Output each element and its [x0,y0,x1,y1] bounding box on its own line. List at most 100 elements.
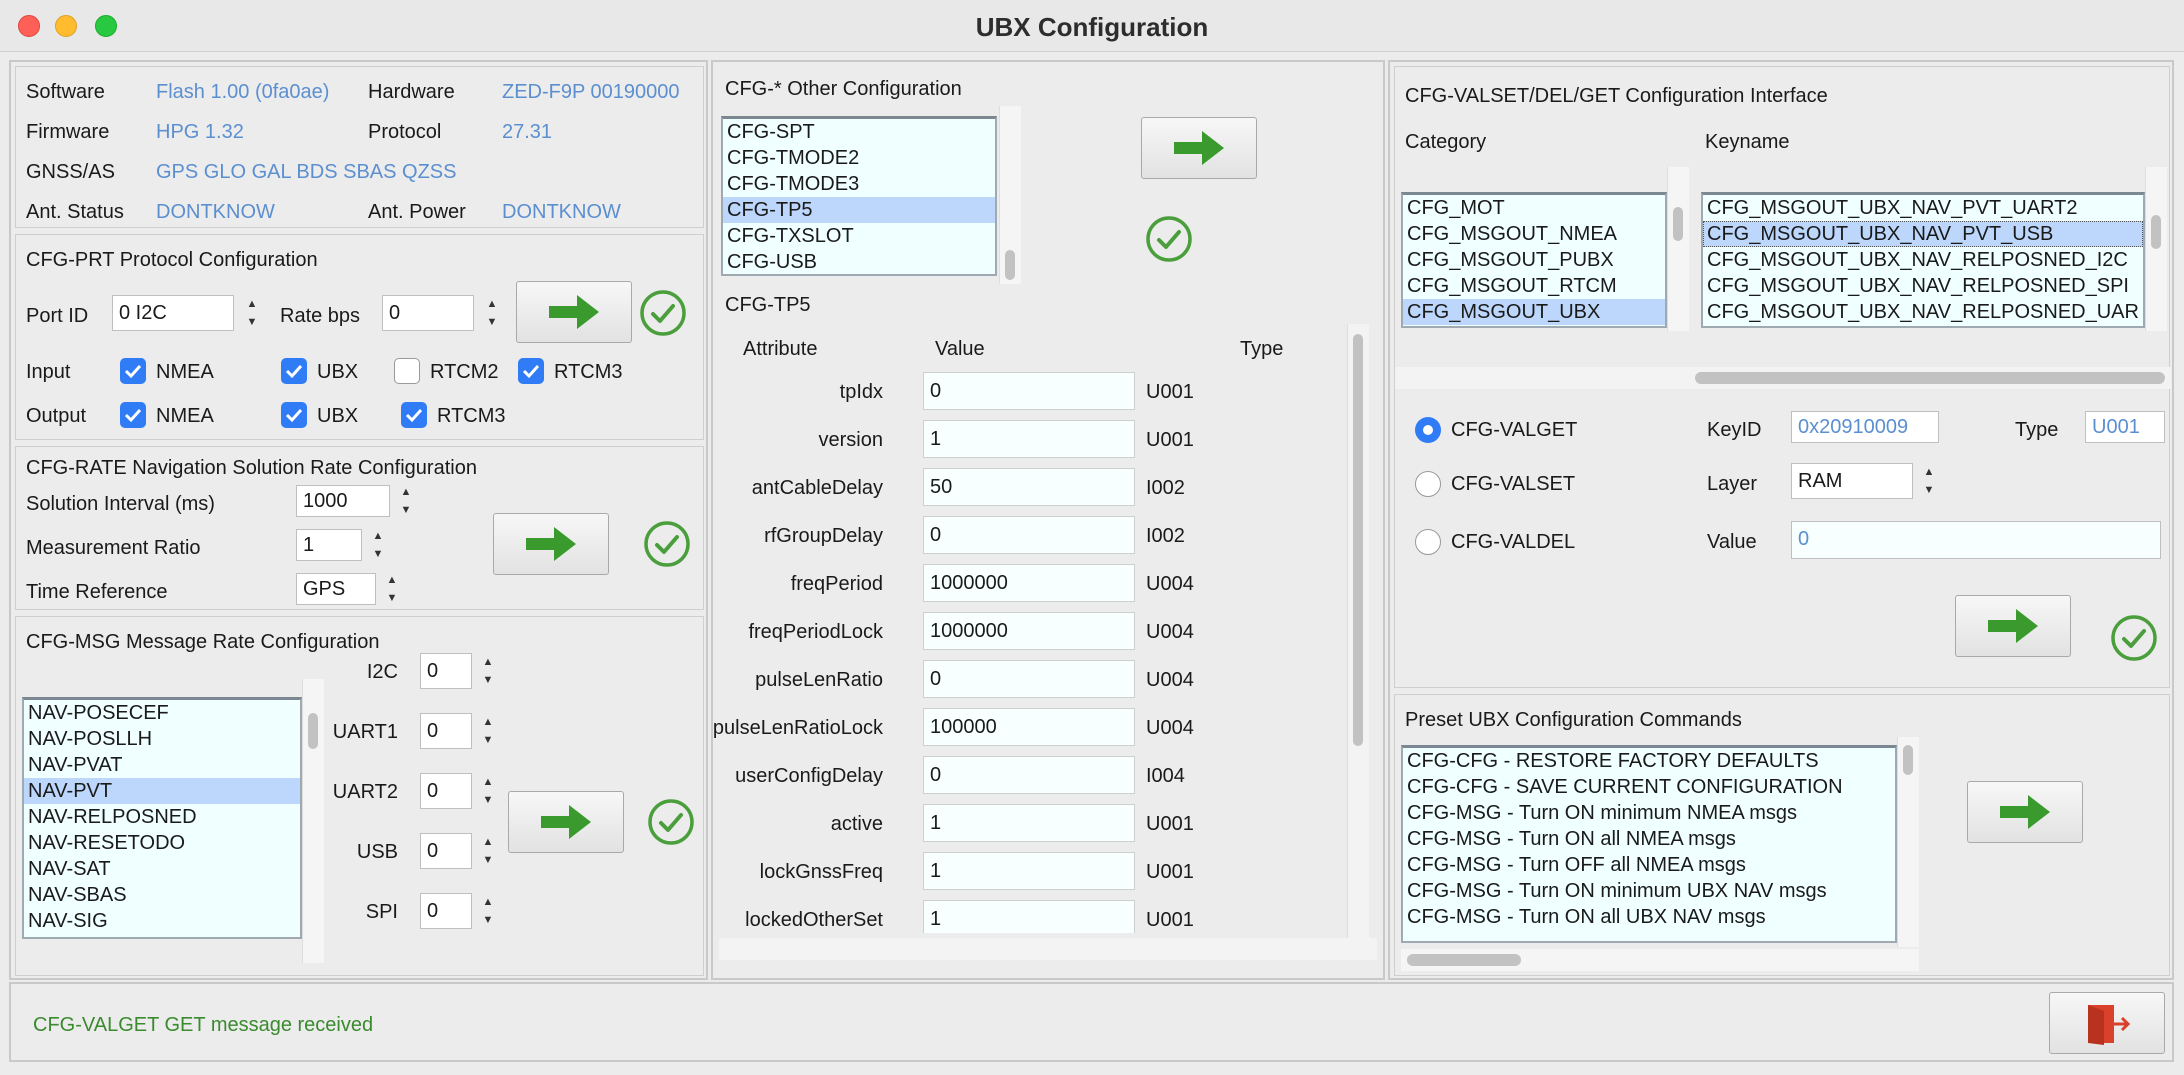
preset-list-item[interactable]: CFG-CFG - SAVE CURRENT CONFIGURATION [1403,774,1895,800]
category-list-scrollbar[interactable] [1667,167,1689,331]
attribute-value-field[interactable]: 1 [923,420,1135,458]
category-list-item[interactable]: CFG_MSGOUT_UBX [1403,299,1665,325]
msg-port-rate-field[interactable]: 0 [420,893,472,929]
preset-hscrollbar[interactable] [1401,949,1919,971]
input-ubx-checkbox[interactable] [281,358,307,384]
cfg-other-list-item[interactable]: CFG-SPT [723,119,995,145]
cfg-other-list-item[interactable]: CFG-TXSLOT [723,223,995,249]
msg-list-item[interactable]: NAV-SAT [24,856,300,882]
valdel-radio[interactable] [1415,529,1441,555]
layer-field[interactable]: RAM [1791,463,1913,499]
msg-port-stepper[interactable]: ▲ ▼ [478,773,498,809]
type-field[interactable]: U001 [2085,411,2165,443]
msg-list-item[interactable]: NAV-POSECEF [24,700,300,726]
input-rtcm2-checkbox[interactable] [394,358,420,384]
attribute-value-field[interactable]: 1 [923,852,1135,890]
input-nmea-checkbox[interactable] [120,358,146,384]
preset-list-item[interactable]: CFG-MSG - Turn OFF all NMEA msgs [1403,852,1895,878]
cfg-other-list-item[interactable]: CFG-TP5 [723,197,995,223]
keyname-list-item[interactable]: CFG_MSGOUT_UBX_NAV_RELPOSNED_UAR [1703,299,2143,325]
other-send-button[interactable] [1141,117,1257,179]
cfg-other-list-item[interactable]: CFG-TMODE3 [723,171,995,197]
port-id-field[interactable]: 0 I2C [112,295,234,331]
keyname-hscrollbar[interactable] [1395,367,2171,389]
measurement-ratio-field[interactable]: 1 [296,529,362,561]
exit-button[interactable] [2049,992,2165,1054]
attribute-value-field[interactable]: 0 [923,516,1135,554]
output-rtcm3-checkbox[interactable] [401,402,427,428]
solution-interval-field[interactable]: 1000 [296,485,390,517]
msg-port-rate-field[interactable]: 0 [420,653,472,689]
msg-list-item[interactable]: NAV-PVT [24,778,300,804]
valset-radio[interactable] [1415,471,1441,497]
preset-list[interactable]: CFG-CFG - RESTORE FACTORY DEFAULTS CFG-CF… [1401,745,1897,943]
keyname-list-scrollbar[interactable] [2145,167,2167,331]
preset-list-item[interactable]: CFG-MSG - Turn ON minimum UBX NAV msgs [1403,878,1895,904]
keyname-list-item[interactable]: CFG_MSGOUT_UBX_NAV_RELPOSNED_SPI [1703,273,2143,299]
preset-list-item[interactable]: CFG-MSG - Turn ON all NMEA msgs [1403,826,1895,852]
cfg-other-list-item[interactable]: CFG-USB [723,249,995,274]
keyname-list-item[interactable]: CFG_MSGOUT_UBX_NAV_PVT_UART2 [1703,195,2143,221]
attribute-value-field[interactable]: 1 [923,900,1135,933]
msg-list-scrollbar[interactable] [302,679,324,963]
cfg-other-list-scrollbar[interactable] [999,106,1021,284]
valget-radio[interactable] [1415,417,1441,443]
category-list-item[interactable]: CFG_MOT [1403,195,1665,221]
msg-port-rate-field[interactable]: 0 [420,833,472,869]
solution-interval-stepper[interactable]: ▲ ▼ [396,483,416,519]
category-list-item[interactable]: CFG_MSGOUT_NMEA [1403,221,1665,247]
msg-send-button[interactable] [508,791,624,853]
msg-port-rate-field[interactable]: 0 [420,773,472,809]
keyname-list-item[interactable]: CFG_MSGOUT_UBX_NAV_RELPOSNED_I2C [1703,247,2143,273]
output-ubx-checkbox[interactable] [281,402,307,428]
msg-list-item[interactable]: NAV-SBAS [24,882,300,908]
msg-list-item[interactable]: NAV-RESETODO [24,830,300,856]
output-nmea-checkbox[interactable] [120,402,146,428]
time-reference-field[interactable]: GPS [296,573,376,605]
attribute-value-field[interactable]: 1 [923,804,1135,842]
msg-port-stepper[interactable]: ▲ ▼ [478,713,498,749]
attribute-value-field[interactable]: 50 [923,468,1135,506]
msg-list-item[interactable]: NAV-PVAT [24,752,300,778]
attribute-value-field[interactable]: 1000000 [923,564,1135,602]
tp5-table-hscrollbar[interactable] [719,938,1377,960]
msg-list-item[interactable]: NAV-RELPOSNED [24,804,300,830]
category-list[interactable]: CFG_MOT CFG_MSGOUT_NMEA CFG_MSGOUT_PUBX CFG… [1401,192,1667,328]
rate-send-button[interactable] [493,513,609,575]
category-list-item[interactable]: CFG_MSGOUT_RTCM [1403,273,1665,299]
msg-port-stepper[interactable]: ▲ ▼ [478,893,498,929]
attribute-value-field[interactable]: 100000 [923,708,1135,746]
preset-list-item[interactable]: CFG-CFG - RESTORE FACTORY DEFAULTS [1403,748,1895,774]
keyid-field[interactable]: 0x20910009 [1791,411,1939,443]
cfg-other-list-item[interactable]: CFG-TMODE2 [723,145,995,171]
category-list-item[interactable]: CFG_MSGOUT_PUBX [1403,247,1665,273]
msg-list[interactable]: NAV-POSECEF NAV-POSLLH NAV-PVAT NAV-PVT NAV-… [22,697,302,939]
msg-port-rate-field[interactable]: 0 [420,713,472,749]
prt-send-button[interactable] [516,281,632,343]
preset-send-button[interactable] [1967,781,2083,843]
measurement-ratio-stepper[interactable]: ▲ ▼ [368,527,388,563]
keyname-list[interactable]: CFG_MSGOUT_UBX_NAV_PVT_UART2 CFG_MSGOUT_U… [1701,192,2145,328]
preset-list-item[interactable]: CFG-MSG - Turn ON all UBX NAV msgs [1403,904,1895,930]
attribute-value-field[interactable]: 0 [923,372,1135,410]
keyname-list-item[interactable]: CFG_MSGOUT_UBX_NAV_PVT_USB [1703,221,2143,247]
msg-port-stepper[interactable]: ▲ ▼ [478,653,498,689]
value-field[interactable]: 0 [1791,521,2161,559]
msg-list-item[interactable]: NAV-POSLLH [24,726,300,752]
layer-stepper[interactable]: ▲ ▼ [1919,463,1939,499]
preset-list-scrollbar[interactable] [1897,737,1919,947]
valset-send-button[interactable] [1955,595,2071,657]
rate-bps-stepper[interactable]: ▲ ▼ [482,295,502,331]
cfg-other-list[interactable]: CFG-SPT CFG-TMODE2 CFG-TMODE3 CFG-TP5 CFG-TX… [721,116,997,276]
attribute-value-field[interactable]: 0 [923,756,1135,794]
rate-bps-field[interactable]: 0 [382,295,474,331]
attribute-value-field[interactable]: 0 [923,660,1135,698]
time-reference-stepper[interactable]: ▲ ▼ [382,571,402,607]
msg-port-stepper[interactable]: ▲ ▼ [478,833,498,869]
msg-list-item[interactable]: NAV-SIG [24,908,300,934]
port-id-stepper[interactable]: ▲ ▼ [242,295,262,331]
input-rtcm3-checkbox[interactable] [518,358,544,384]
preset-list-item[interactable]: CFG-MSG - Turn ON minimum NMEA msgs [1403,800,1895,826]
tp5-table-scrollbar[interactable] [1347,324,1369,938]
attribute-value-field[interactable]: 1000000 [923,612,1135,650]
